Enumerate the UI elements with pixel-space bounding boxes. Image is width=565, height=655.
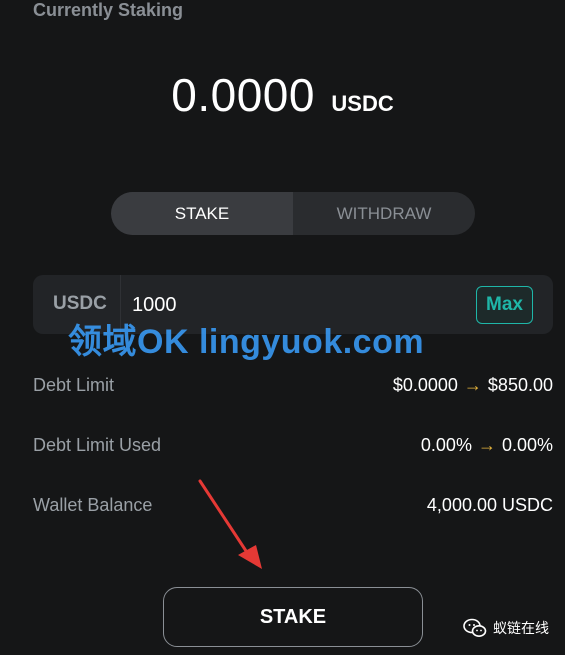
arrow-right-icon: → [477, 434, 496, 455]
wechat-account-name: 蚁链在线 [493, 620, 549, 636]
debt-limit-used-to: 0.00% [501, 434, 553, 455]
annotation-arrow-icon [198, 479, 262, 569]
staking-amount: 0.0000 [171, 69, 315, 121]
stake-withdraw-tabs: STAKE WITHDRAW [111, 192, 475, 235]
tab-withdraw[interactable]: WITHDRAW [293, 192, 475, 235]
staking-amount-display: 0.0000 USDC [0, 68, 565, 122]
debt-limit-used-from: 0.00% [420, 434, 472, 455]
debt-limit-row: Debt Limit $0.0000 → $850.00 [33, 372, 553, 398]
wallet-balance-value: 4,000.00 USDC [426, 494, 553, 515]
debt-limit-label: Debt Limit [33, 374, 115, 395]
watermark-text: 领域OK lingyuok.com [68, 323, 425, 361]
wechat-watermark: 蚁链在线 [463, 618, 549, 638]
debt-limit-value: $0.0000 → $850.00 [393, 375, 553, 396]
wechat-icon [463, 618, 487, 637]
arrow-right-icon: → [463, 374, 482, 395]
debt-limit-used-value: 0.00% → 0.00% [421, 435, 553, 456]
stake-button[interactable]: STAKE [163, 587, 423, 647]
debt-limit-to: $850.00 [487, 374, 553, 395]
debt-limit-used-row: Debt Limit Used 0.00% → 0.00% [33, 432, 553, 458]
input-currency-label: USDC [53, 293, 107, 314]
wallet-balance-label: Wallet Balance [33, 494, 153, 515]
tab-stake[interactable]: STAKE [111, 192, 293, 235]
debt-limit-used-label: Debt Limit Used [33, 434, 162, 455]
max-button[interactable]: Max [476, 286, 533, 324]
staking-unit: USDC [331, 91, 394, 116]
debt-limit-from: $0.0000 [392, 374, 458, 395]
section-title: Currently Staking [33, 0, 184, 20]
wallet-balance-row: Wallet Balance 4,000.00 USDC [33, 492, 553, 518]
